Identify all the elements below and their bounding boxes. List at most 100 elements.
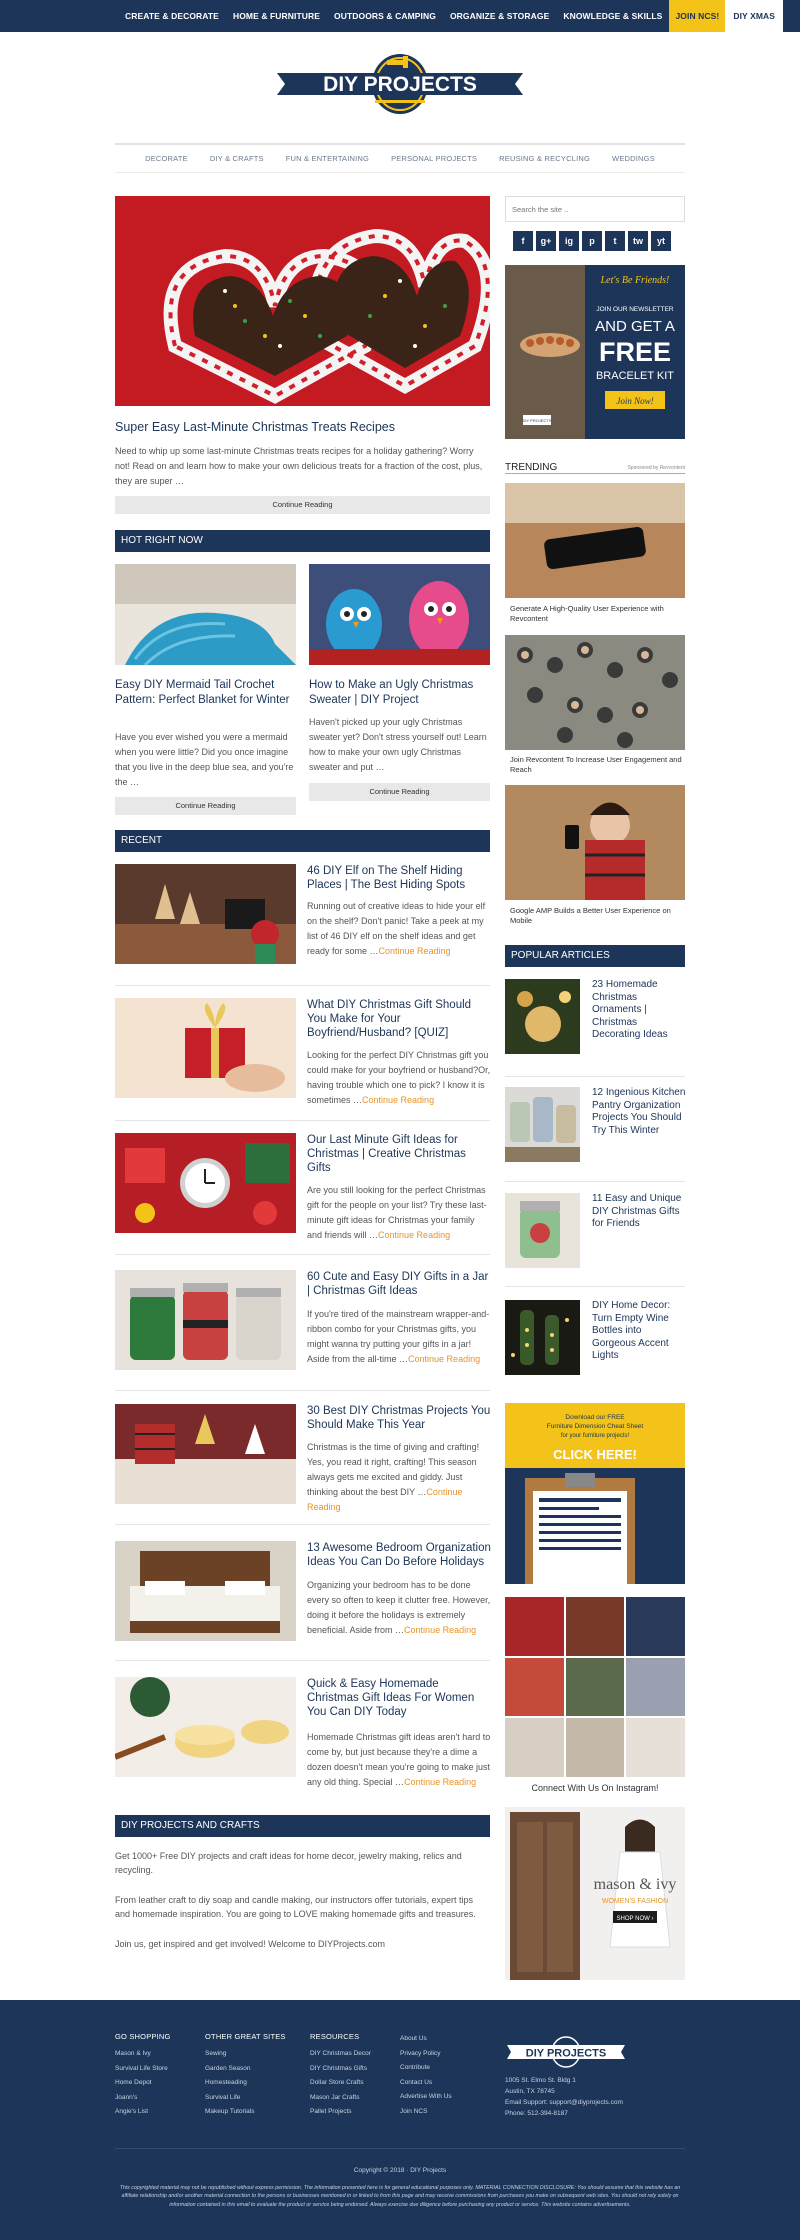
tumblr-icon[interactable]: t (605, 231, 625, 251)
hot-continue-button-mermaid[interactable]: Continue Reading (115, 797, 296, 815)
popular-thumb[interactable] (505, 979, 580, 1054)
footer-link[interactable]: About Us (400, 2032, 452, 2047)
twitter-icon[interactable]: tw (628, 231, 648, 251)
popular-title[interactable]: 12 Ingenious Kitchen Pantry Organization… (592, 1087, 687, 1137)
hero-image[interactable] (115, 196, 490, 406)
trending-caption[interactable]: Google AMP Builds a Better User Experien… (510, 906, 685, 926)
trending-sponsor[interactable]: Sponsored by Revcontent (627, 465, 685, 471)
footer-link[interactable]: Garden Season (205, 2062, 286, 2077)
hot-continue-button-ugly-sweater[interactable]: Continue Reading (309, 783, 490, 801)
footer-link[interactable]: Privacy Policy (400, 2047, 452, 2062)
popular-thumb[interactable] (505, 1300, 580, 1375)
popular-thumb[interactable] (505, 1087, 580, 1162)
footer-link[interactable]: Survival Life Store (115, 2062, 171, 2077)
recent-continue-link[interactable]: Continue Reading (379, 946, 451, 956)
footer-link[interactable]: Survival Life (205, 2091, 286, 2106)
recent-thumb[interactable] (115, 1541, 296, 1641)
hero-continue-button[interactable]: Continue Reading (115, 496, 490, 514)
recent-thumb[interactable] (115, 1404, 296, 1504)
instagram-photo[interactable] (565, 1718, 625, 1777)
footer-link[interactable]: Advertise With Us (400, 2090, 452, 2105)
newsletter-ad[interactable]: DIY PROJECTS Let's Be Friends! JOIN OUR … (505, 265, 685, 439)
recent-title[interactable]: What DIY Christmas Gift Should You Make … (307, 998, 492, 1040)
footer-link[interactable]: Makeup Tutorials (205, 2105, 286, 2120)
instagram-caption[interactable]: Connect With Us On Instagram! (505, 1783, 685, 1793)
recent-continue-link[interactable]: Continue Reading (378, 1230, 450, 1240)
instagram-icon[interactable]: ig (559, 231, 579, 251)
recent-thumb[interactable] (115, 1677, 296, 1777)
youtube-icon[interactable]: yt (651, 231, 671, 251)
search-input[interactable] (505, 196, 685, 222)
recent-continue-link[interactable]: Continue Reading (404, 1777, 476, 1787)
footer-link[interactable]: Mason Jar Crafts (310, 2091, 371, 2106)
recent-thumb[interactable] (115, 998, 296, 1098)
instagram-photo[interactable] (505, 1597, 564, 1656)
instagram-photo[interactable] (505, 1657, 564, 1717)
popular-thumb[interactable] (505, 1193, 580, 1268)
footer-link[interactable]: Mason & Ivy (115, 2047, 171, 2062)
popular-title[interactable]: 23 Homemade Christmas Ornaments | Christ… (592, 979, 687, 1042)
top-nav-knowledge-skills[interactable]: KNOWLEDGE & SKILLS (556, 0, 669, 32)
footer-link[interactable]: Join NCS (400, 2105, 452, 2120)
instagram-photo[interactable] (626, 1597, 685, 1656)
recent-title[interactable]: 30 Best DIY Christmas Projects You Shoul… (307, 1404, 492, 1432)
footer-link[interactable]: Contact Us (400, 2076, 452, 2091)
recent-title[interactable]: 46 DIY Elf on The Shelf Hiding Places | … (307, 864, 492, 892)
hero-title[interactable]: Super Easy Last-Minute Christmas Treats … (115, 420, 490, 434)
footer-link[interactable]: Home Depot (115, 2076, 171, 2091)
join-ncs-button[interactable]: JOIN NCS! (669, 0, 726, 32)
instagram-photo[interactable] (565, 1657, 625, 1717)
recent-title[interactable]: 13 Awesome Bedroom Organization Ideas Yo… (307, 1541, 492, 1569)
top-nav-home-furniture[interactable]: HOME & FURNITURE (226, 0, 327, 32)
popular-title[interactable]: 11 Easy and Unique DIY Christmas Gifts f… (592, 1193, 687, 1231)
nav-personal-projects[interactable]: PERSONAL PROJECTS (391, 154, 477, 163)
diy-xmas-button[interactable]: DIY XMAS (725, 0, 784, 32)
recent-title[interactable]: 60 Cute and Easy DIY Gifts in a Jar | Ch… (307, 1270, 492, 1298)
hot-title-ugly-sweater[interactable]: How to Make an Ugly Christmas Sweater | … (309, 678, 490, 708)
footer-link[interactable]: Contribute (400, 2061, 452, 2076)
recent-title[interactable]: Quick & Easy Homemade Christmas Gift Ide… (307, 1677, 492, 1719)
footer-link[interactable]: Homesteading (205, 2076, 286, 2091)
trending-caption[interactable]: Join Revcontent To Increase User Engagem… (510, 755, 685, 775)
trending-image[interactable] (505, 635, 685, 750)
recent-thumb[interactable] (115, 864, 296, 964)
recent-continue-link[interactable]: Continue Reading (362, 1095, 434, 1105)
facebook-icon[interactable]: f (513, 231, 533, 251)
hot-image-mermaid[interactable] (115, 564, 296, 665)
nav-fun-entertaining[interactable]: FUN & ENTERTAINING (286, 154, 369, 163)
nav-diy-crafts[interactable]: DIY & CRAFTS (210, 154, 264, 163)
instagram-photo[interactable] (505, 1718, 564, 1777)
instagram-photo[interactable] (565, 1597, 625, 1656)
top-nav-create-decorate[interactable]: CREATE & DECORATE (118, 0, 226, 32)
support-email[interactable]: Email Support: support@diyprojects.com (505, 2097, 685, 2108)
footer-link[interactable]: DIY Christmas Decor (310, 2047, 371, 2062)
recent-thumb[interactable] (115, 1133, 296, 1233)
hot-title-mermaid[interactable]: Easy DIY Mermaid Tail Crochet Pattern: P… (115, 678, 296, 708)
footer-link[interactable]: Sewing (205, 2047, 286, 2062)
footer-link[interactable]: Angie's List (115, 2105, 171, 2120)
nav-weddings[interactable]: WEDDINGS (612, 154, 655, 163)
instagram-photo[interactable] (626, 1718, 685, 1777)
recent-continue-link[interactable]: Continue Reading (404, 1625, 476, 1635)
nav-decorate[interactable]: DECORATE (145, 154, 188, 163)
mason-ivy-ad[interactable]: mason & ivy WOMEN'S FASHION SHOP NOW › (505, 1807, 685, 1980)
footer-link[interactable]: Joann's (115, 2091, 171, 2106)
pinterest-icon[interactable]: p (582, 231, 602, 251)
google-plus-icon[interactable]: g+ (536, 231, 556, 251)
footer-link[interactable]: Pallet Projects (310, 2105, 371, 2120)
trending-image[interactable] (505, 483, 685, 598)
site-logo[interactable]: DIY PROJECTS (275, 48, 525, 126)
recent-thumb[interactable] (115, 1270, 296, 1370)
instagram-photo[interactable] (626, 1657, 685, 1717)
recent-continue-link[interactable]: Continue Reading (408, 1354, 480, 1364)
top-nav-organize-storage[interactable]: ORGANIZE & STORAGE (443, 0, 556, 32)
recent-title[interactable]: Our Last Minute Gift Ideas for Christmas… (307, 1133, 492, 1175)
footer-link[interactable]: DIY Christmas Gifts (310, 2062, 371, 2077)
trending-image[interactable] (505, 785, 685, 900)
popular-title[interactable]: DIY Home Decor: Turn Empty Wine Bottles … (592, 1300, 687, 1363)
footer-link[interactable]: Dollar Store Crafts (310, 2076, 371, 2091)
nav-reusing-recycling[interactable]: REUSING & RECYCLING (499, 154, 590, 163)
footer-logo[interactable]: DIY PROJECTS (505, 2036, 627, 2070)
hot-image-ugly-sweater[interactable] (309, 564, 490, 665)
top-nav-outdoors-camping[interactable]: OUTDOORS & CAMPING (327, 0, 443, 32)
